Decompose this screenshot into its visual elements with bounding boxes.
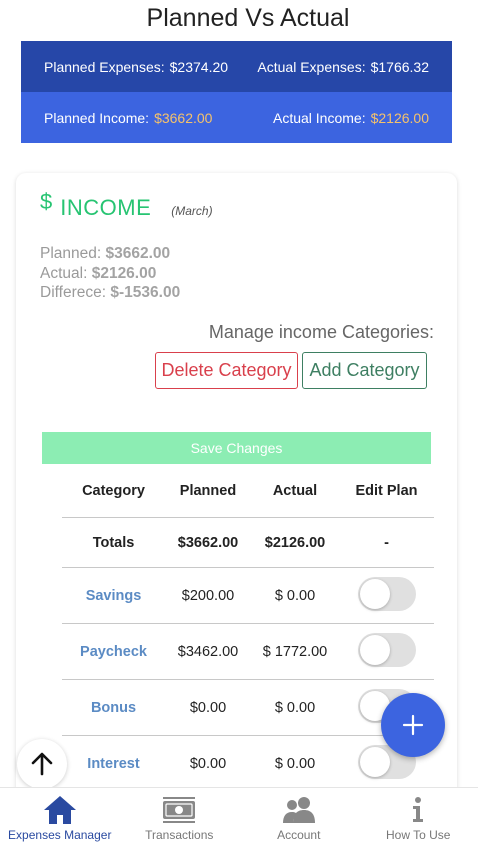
nav-expenses-manager[interactable]: Expenses Manager <box>0 788 120 845</box>
nav-label: Expenses Manager <box>8 828 112 842</box>
manage-categories-label: Manage income Categories: <box>208 322 434 342</box>
income-heading: $ INCOME (March) <box>40 189 213 221</box>
actual-income: Actual Income: $2126.00 <box>273 110 429 126</box>
planned-stat-value: $3662.00 <box>105 245 171 262</box>
page-title: Planned Vs Actual <box>146 4 350 32</box>
income-title: INCOME <box>60 195 152 220</box>
actual-stat-label: Actual: <box>40 264 88 282</box>
nav-account[interactable]: Account <box>239 788 359 845</box>
header-actual: Actual <box>272 482 318 499</box>
category-link[interactable]: Paycheck <box>62 644 165 660</box>
category-link[interactable]: Savings <box>62 588 165 604</box>
planned-value: $200.00 <box>181 587 235 604</box>
income-table: Category Planned Actual Edit Plan Totals… <box>62 464 434 792</box>
table-row: Interest $0.00 $ 0.00 <box>62 736 434 792</box>
nav-label: Account <box>277 828 321 842</box>
planned-income-label: Planned Income: <box>44 109 150 126</box>
expenses-summary-row: Planned Expenses: $2374.20 Actual Expens… <box>21 41 452 92</box>
header-planned: Planned <box>179 482 237 499</box>
table-header: Category Planned Actual Edit Plan <box>62 464 434 518</box>
income-stats: Planned: $3662.00 Actual: $2126.00 Diffe… <box>40 244 180 303</box>
planned-stat: Planned: $3662.00 <box>40 244 180 264</box>
category-link[interactable]: Interest <box>62 756 165 772</box>
table-row: Savings $200.00 $ 0.00 <box>62 568 434 624</box>
table-row: Bonus $0.00 $ 0.00 <box>62 680 434 736</box>
nav-label: Transactions <box>145 828 214 842</box>
planned-income-value: $3662.00 <box>154 109 213 126</box>
table-row: Paycheck $3462.00 $ 1772.00 <box>62 624 434 680</box>
delete-category-button[interactable]: Delete Category <box>155 352 298 389</box>
money-icon <box>161 793 197 827</box>
income-month: (March) <box>171 204 213 218</box>
totals-planned: $3662.00 <box>177 534 239 551</box>
bottom-navigation: Expenses Manager Transactions Account Ho… <box>0 787 478 845</box>
app-screen: Planned Vs Actual Planned Expenses: $237… <box>0 0 478 845</box>
actual-value: $ 0.00 <box>274 699 316 716</box>
toggle-knob <box>359 634 390 665</box>
planned-value: $0.00 <box>189 756 227 772</box>
income-summary-row: Planned Income: $3662.00 Actual Income: … <box>21 92 452 143</box>
add-fab-button[interactable] <box>381 693 445 757</box>
actual-income-value: $2126.00 <box>370 109 429 126</box>
actual-expenses-value: $1766.32 <box>370 58 429 75</box>
edit-plan-toggle[interactable] <box>357 632 416 667</box>
header-edit-plan: Edit Plan <box>355 482 418 499</box>
planned-expenses-label: Planned Expenses: <box>44 58 165 75</box>
actual-value: $ 1772.00 <box>262 643 328 660</box>
nav-transactions[interactable]: Transactions <box>120 788 240 845</box>
category-link[interactable]: Bonus <box>62 700 165 716</box>
nav-how-to-use[interactable]: How To Use <box>359 788 478 845</box>
difference-stat-value: $-1536.00 <box>110 284 181 301</box>
dollar-icon: $ <box>40 189 53 214</box>
edit-plan-toggle[interactable] <box>357 576 416 611</box>
toggle-knob <box>359 747 390 777</box>
planned-value: $0.00 <box>189 699 227 716</box>
home-icon <box>42 793 78 827</box>
planned-expenses: Planned Expenses: $2374.20 <box>44 59 228 75</box>
nav-label: How To Use <box>386 828 451 842</box>
edit-plan-cell <box>339 632 434 671</box>
totals-edit: - <box>384 534 389 551</box>
edit-plan-cell <box>339 576 434 615</box>
actual-income-label: Actual Income: <box>272 109 366 126</box>
totals-row: Totals $3662.00 $2126.00 - <box>62 518 434 568</box>
planned-value: $3462.00 <box>177 643 239 660</box>
add-category-button[interactable]: Add Category <box>302 352 427 389</box>
totals-actual: $2126.00 <box>264 534 326 551</box>
planned-stat-label: Planned: <box>40 245 102 262</box>
actual-value: $ 0.00 <box>274 756 316 772</box>
actual-value: $ 0.00 <box>274 587 316 604</box>
arrow-up-icon <box>31 752 53 776</box>
info-icon <box>408 793 428 827</box>
difference-stat-label: Differece: <box>40 284 107 301</box>
actual-expenses: Actual Expenses: $1766.32 <box>257 59 429 75</box>
plus-icon <box>402 714 424 736</box>
actual-stat: Actual: $2126.00 <box>40 264 180 284</box>
header-category: Category <box>82 482 145 499</box>
summary-panel: Planned Expenses: $2374.20 Actual Expens… <box>21 41 452 143</box>
scroll-top-button[interactable] <box>17 739 67 789</box>
actual-stat-value: $2126.00 <box>91 264 157 282</box>
save-changes-button[interactable]: Save Changes <box>42 432 431 464</box>
toggle-knob <box>359 578 390 609</box>
actual-expenses-label: Actual Expenses: <box>257 58 366 75</box>
planned-income: Planned Income: $3662.00 <box>44 110 212 126</box>
planned-expenses-value: $2374.20 <box>169 58 229 75</box>
users-icon <box>281 793 317 827</box>
difference-stat: Differece: $-1536.00 <box>40 283 180 303</box>
totals-label: Totals <box>92 534 135 551</box>
